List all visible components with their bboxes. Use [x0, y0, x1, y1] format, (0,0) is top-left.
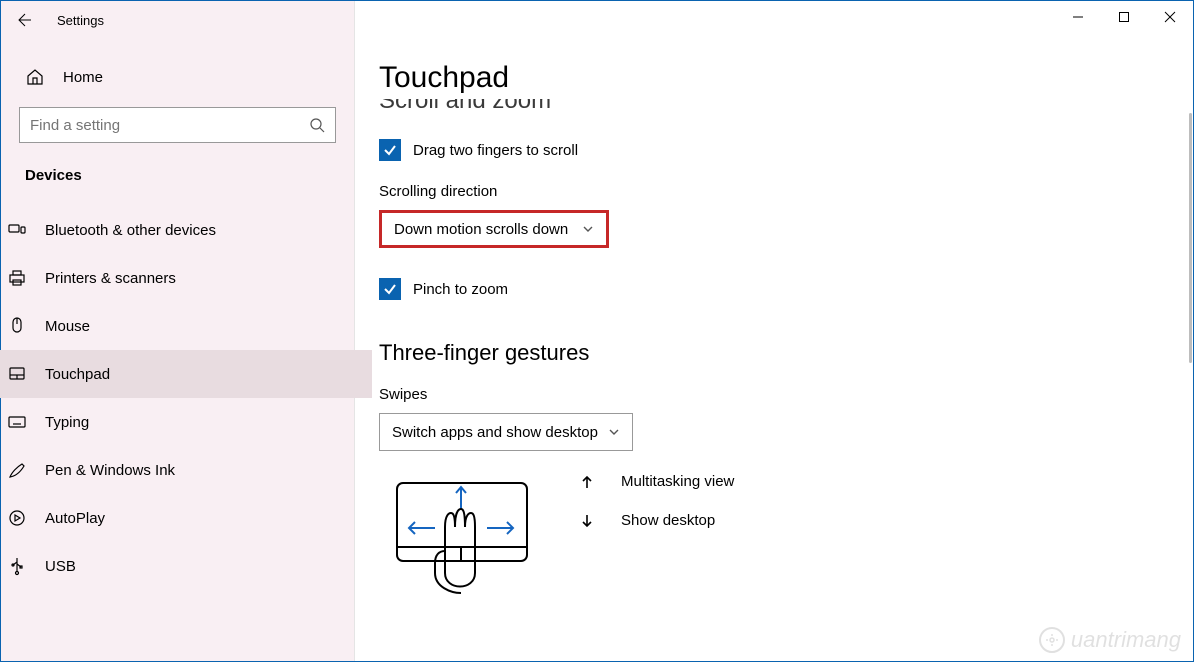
sidebar-item-label: AutoPlay: [45, 510, 105, 527]
scroll-zoom-heading: Scroll and zoom: [379, 99, 1193, 117]
three-finger-heading: Three-finger gestures: [379, 340, 1193, 366]
sidebar-item-autoplay[interactable]: AutoPlay: [0, 494, 372, 542]
swipes-dropdown[interactable]: Switch apps and show desktop: [379, 413, 633, 451]
search-box[interactable]: [19, 107, 336, 143]
page-title: Touchpad: [379, 61, 1193, 95]
arrow-down-icon: [579, 513, 595, 529]
checkbox-pinch-zoom[interactable]: [379, 278, 401, 300]
window-title: Settings: [57, 13, 104, 28]
bluetooth-icon: [7, 220, 27, 240]
back-button[interactable]: [1, 1, 45, 39]
sidebar-home[interactable]: Home: [19, 57, 336, 97]
arrow-up-icon: [579, 474, 595, 490]
scrollbar[interactable]: [1189, 113, 1192, 363]
watermark: uantrimang: [1039, 627, 1181, 653]
content-pane: Touchpad Scroll and zoom Drag two finger…: [355, 1, 1193, 661]
sidebar-item-label: Printers & scanners: [45, 270, 176, 287]
autoplay-icon: [7, 508, 27, 528]
sidebar-item-label: Pen & Windows Ink: [45, 462, 175, 479]
sidebar-item-mouse[interactable]: Mouse: [0, 302, 372, 350]
scrolling-direction-label: Scrolling direction: [379, 183, 1193, 200]
sidebar-item-bluetooth[interactable]: Bluetooth & other devices: [0, 206, 372, 254]
keyboard-icon: [7, 412, 27, 432]
touchpad-icon: [7, 364, 27, 384]
sidebar-item-touchpad[interactable]: Touchpad: [0, 350, 372, 398]
scrolling-direction-value: Down motion scrolls down: [394, 221, 568, 238]
legend-up-label: Multitasking view: [621, 473, 734, 490]
minimize-button[interactable]: [1055, 1, 1101, 33]
drag-two-fingers-label: Drag two fingers to scroll: [413, 142, 578, 159]
home-label: Home: [63, 69, 103, 86]
mouse-icon: [7, 316, 27, 336]
pen-icon: [7, 460, 27, 480]
sidebar-item-label: Mouse: [45, 318, 90, 335]
search-input[interactable]: [30, 117, 290, 134]
swipes-value: Switch apps and show desktop: [392, 424, 598, 441]
legend-down-label: Show desktop: [621, 512, 715, 529]
sidebar-item-label: USB: [45, 558, 76, 575]
three-finger-gesture-diagram: [379, 473, 539, 573]
home-icon: [25, 67, 45, 87]
pinch-to-zoom-label: Pinch to zoom: [413, 281, 508, 298]
close-button[interactable]: [1147, 1, 1193, 33]
sidebar-item-label: Touchpad: [45, 366, 110, 383]
sidebar-item-pen[interactable]: Pen & Windows Ink: [0, 446, 372, 494]
search-icon: [309, 117, 325, 133]
scrolling-direction-dropdown[interactable]: Down motion scrolls down: [379, 210, 609, 248]
chevron-down-icon: [582, 223, 594, 235]
sidebar-item-usb[interactable]: USB: [0, 542, 372, 590]
maximize-button[interactable]: [1101, 1, 1147, 33]
printer-icon: [7, 268, 27, 288]
checkbox-drag-two-fingers[interactable]: [379, 139, 401, 161]
sidebar: Home Devices Bluetooth & other devices P…: [1, 1, 355, 661]
sidebar-item-typing[interactable]: Typing: [0, 398, 372, 446]
sidebar-item-label: Bluetooth & other devices: [45, 222, 216, 239]
usb-icon: [7, 556, 27, 576]
swipes-label: Swipes: [379, 386, 1193, 403]
sidebar-section: Devices: [19, 167, 336, 184]
sidebar-item-printers[interactable]: Printers & scanners: [0, 254, 372, 302]
sidebar-item-label: Typing: [45, 414, 89, 431]
chevron-down-icon: [608, 426, 620, 438]
